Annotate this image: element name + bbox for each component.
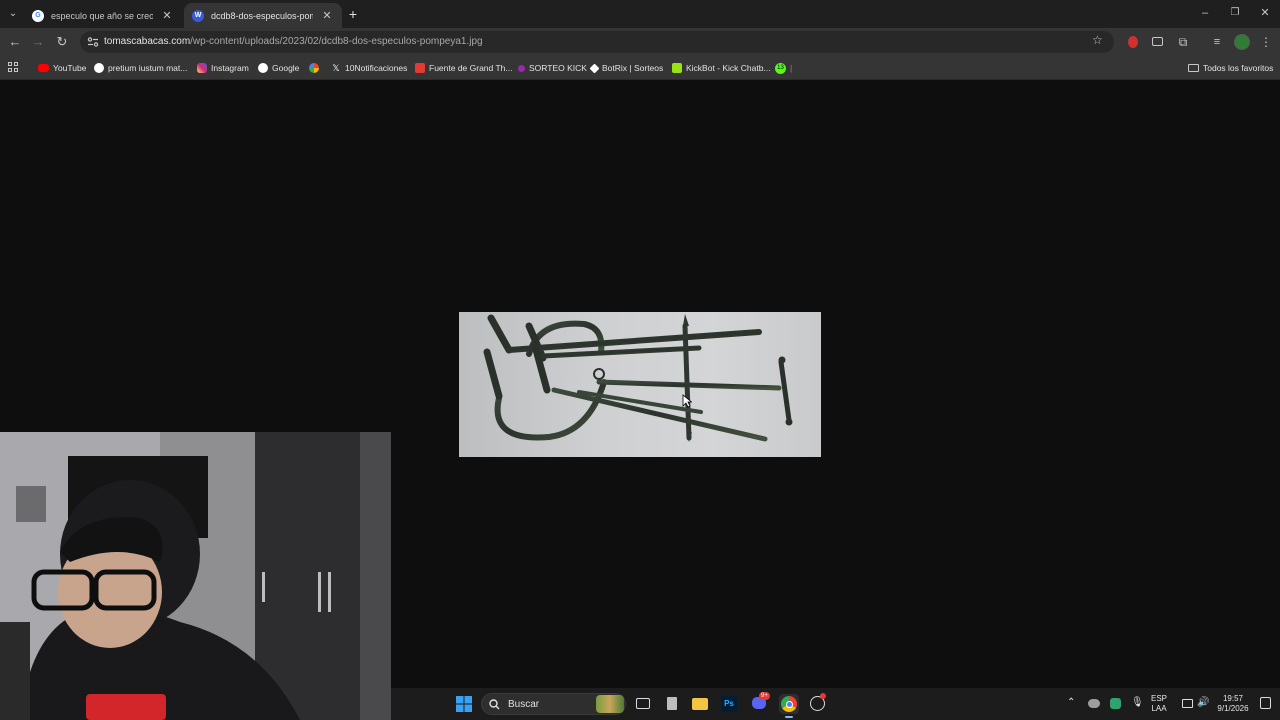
bookmark-fuente-gta[interactable]: Fuente de Grand Th...: [415, 61, 512, 75]
bookmark-instagram[interactable]: Instagram: [197, 61, 249, 75]
bronze-speculum-drawing: [483, 314, 793, 442]
photoshop-icon[interactable]: Ps: [719, 694, 739, 714]
show-hidden-icons-icon[interactable]: ⌃: [1067, 698, 1075, 708]
chrome-icon[interactable]: [779, 694, 799, 718]
tab-image[interactable]: W dcdb8-dos-especulos-pompey ✕: [184, 3, 342, 28]
google-icon: [258, 63, 268, 73]
bookmark-label: SORTEO KICK: [529, 63, 587, 73]
mouse-cursor-icon: [682, 394, 692, 408]
botrix-icon: [589, 63, 600, 73]
bookmark-label: pretium iustum mat...: [108, 63, 188, 73]
keyboard-layout: LAA: [1151, 704, 1167, 713]
reload-icon[interactable]: ↻: [53, 33, 71, 51]
sorteo-icon: [518, 64, 525, 72]
speculum-photo[interactable]: [459, 312, 821, 457]
bookmark-label: Instagram: [211, 63, 249, 73]
browser-toolbar: ← → ↻ tomascabacas.com/wp-content/upload…: [0, 28, 1280, 56]
bookmark-label: Google: [272, 63, 300, 73]
bookmark-label: BotRix | Sorteos: [602, 63, 664, 73]
close-tab-icon[interactable]: ✕: [320, 9, 334, 22]
close-window-icon[interactable]: ✕: [1256, 4, 1274, 22]
bookmark-label: YouTube: [53, 63, 87, 73]
x-icon: 𝕏: [332, 63, 340, 73]
new-tab-button[interactable]: +: [344, 5, 362, 23]
bookmark-pinwheel[interactable]: [309, 61, 319, 75]
bookmark-youtube[interactable]: YouTube: [38, 61, 86, 75]
tab-title: especulo que año se creo - Bus: [51, 10, 153, 21]
bookmark-10notificaciones[interactable]: 𝕏 10Notificaciones: [331, 61, 407, 75]
task-view-icon[interactable]: [633, 694, 653, 714]
discord-badge: 9+: [759, 692, 770, 700]
google-icon: [94, 63, 104, 73]
tab-search-chevron-icon[interactable]: ⌄: [4, 5, 22, 23]
notifications-icon[interactable]: [1260, 697, 1271, 709]
media-controls-icon[interactable]: ≡: [1208, 33, 1226, 51]
volume-icon[interactable]: 🔊: [1197, 698, 1209, 708]
bookmark-botrix[interactable]: BotRix | Sorteos: [589, 61, 664, 75]
language-indicator[interactable]: ESP LAA: [1151, 694, 1167, 714]
bookmark-separator: |: [790, 63, 793, 73]
folder-icon: [1188, 64, 1199, 72]
cloud-icon[interactable]: [1088, 699, 1100, 708]
url-path: /wp-content/uploads/2023/02/dcdb8-dos-es…: [190, 36, 483, 47]
tab-strip: ⌄ G especulo que año se creo - Bus ✕ W d…: [0, 0, 1280, 28]
restore-icon[interactable]: ❐: [1226, 4, 1244, 22]
discord-icon[interactable]: 9+: [749, 692, 770, 714]
all-bookmarks-label: Todos los favoritos: [1203, 63, 1274, 73]
tab-title: dcdb8-dos-especulos-pompey: [211, 10, 313, 21]
search-icon: [489, 699, 500, 710]
apps-grid-icon[interactable]: [8, 62, 18, 72]
address-bar[interactable]: tomascabacas.com/wp-content/uploads/2023…: [80, 31, 1114, 53]
bookmark-sorteo-kick[interactable]: SORTEO KICK: [518, 61, 587, 75]
wordpress-icon: W: [192, 9, 204, 22]
bookmark-label: 10Notificaciones: [345, 63, 408, 73]
obs-icon[interactable]: [808, 693, 828, 714]
youtube-icon: [38, 64, 49, 72]
taskbar-search-box[interactable]: Buscar: [481, 693, 626, 715]
google-icon: G: [32, 9, 44, 22]
clock-time: 19:57: [1222, 694, 1244, 703]
bookmark-kickbot[interactable]: KickBot - Kick Chatb...: [672, 61, 771, 75]
language-code: ESP: [1151, 694, 1168, 703]
back-icon[interactable]: ←: [6, 33, 24, 51]
windows-taskbar: Buscar Ps 9+ ⌃ 🎙 ESP LAA 🔊 19:57 9/1/202…: [391, 688, 1280, 720]
all-bookmarks[interactable]: Todos los favoritos: [1188, 61, 1273, 75]
windows-start-icon[interactable]: [454, 694, 474, 714]
webcam-overlay: [0, 432, 391, 720]
bookmarks-bar: YouTube pretium iustum mat... Instagram …: [0, 56, 1280, 80]
url-host: tomascabacas.com: [104, 36, 191, 47]
profile-avatar[interactable]: [1234, 34, 1250, 50]
file-icon[interactable]: [662, 694, 682, 714]
extensions-puzzle-icon[interactable]: ⧉: [1174, 33, 1192, 51]
search-highlight-icon: [596, 695, 624, 713]
bookmark-google[interactable]: Google: [258, 61, 299, 75]
security-icon[interactable]: [1110, 698, 1121, 709]
url-text: tomascabacas.com/wp-content/uploads/2023…: [104, 36, 483, 47]
extension-card-icon[interactable]: [1152, 37, 1163, 46]
bookmark-label: KickBot - Kick Chatb...: [686, 63, 771, 73]
microphone-icon[interactable]: 🎙: [1131, 698, 1144, 708]
file-explorer-icon[interactable]: [690, 694, 710, 714]
badge-icon: 13: [775, 62, 786, 74]
font-icon: [415, 63, 425, 73]
clock[interactable]: 19:57 9/1/2026: [1213, 694, 1253, 714]
streamer-webcam-drawing: [0, 432, 391, 720]
menu-icon[interactable]: ⋮: [1257, 33, 1275, 51]
pinwheel-icon: [309, 63, 319, 73]
search-placeholder: Buscar: [508, 699, 540, 710]
bookmark-label: Fuente de Grand Th...: [429, 63, 513, 73]
bookmark-pretium[interactable]: pretium iustum mat...: [94, 61, 187, 75]
extension-red-icon[interactable]: [1128, 36, 1138, 48]
kickbot-icon: [672, 63, 682, 73]
tab-especulo-search[interactable]: G especulo que año se creo - Bus ✕: [24, 3, 182, 28]
bookmark-star-icon[interactable]: ☆: [1092, 33, 1103, 47]
site-info-icon[interactable]: [87, 36, 99, 48]
close-tab-icon[interactable]: ✕: [160, 9, 174, 22]
instagram-icon: [197, 63, 207, 73]
bookmark-13[interactable]: 13 |: [775, 61, 792, 75]
network-icon[interactable]: [1182, 699, 1193, 708]
minimize-icon[interactable]: –: [1196, 4, 1214, 22]
forward-icon[interactable]: →: [29, 33, 47, 51]
clock-date: 9/1/2026: [1217, 704, 1249, 713]
